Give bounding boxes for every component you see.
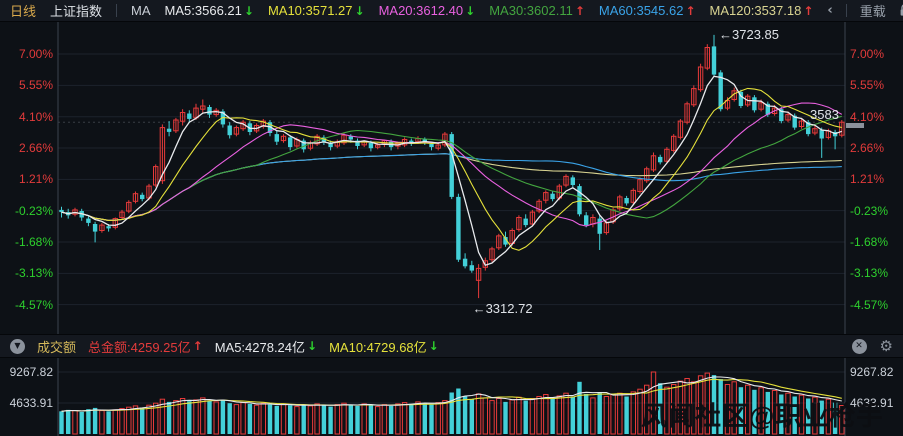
ma5-value: MA5:3566.21 — [164, 3, 242, 18]
up-arrow-icon: ↑ — [192, 339, 203, 353]
ma10-value: MA10:3571.27 — [267, 3, 353, 18]
ma30-readout[interactable]: MA30:3602.11 ↑ — [489, 3, 585, 18]
volume-toolbar: ▼ 成交额 总金额:4259.25亿 ↑ MA5:4278.24亿 ↓ MA10… — [0, 334, 903, 358]
main-toolbar: 日线 上证指数 MA MA5:3566.21 ↓ MA10:3571.27 ↓ … — [0, 0, 903, 22]
down-arrow-icon: ↓ — [465, 3, 476, 18]
total-amount-value: 总金额:4259.25亿 — [88, 339, 191, 355]
toolbar-divider — [845, 4, 847, 17]
ma20-value: MA20:3612.40 — [378, 3, 464, 18]
down-arrow-icon: ↓ — [307, 339, 318, 353]
volume-ma10-value: MA10:4729.68亿 — [329, 339, 427, 355]
ma20-readout[interactable]: MA20:3612.40 ↓ — [379, 3, 476, 18]
volume-ma5-value: MA5:4278.24亿 — [214, 339, 306, 355]
volume-ma5-readout: MA5:4278.24亿 ↓ — [215, 337, 317, 356]
toolbar-divider — [116, 4, 118, 17]
close-panel-icon[interactable]: ✕ — [851, 338, 867, 354]
ma60-readout[interactable]: MA60:3545.62 ↑ — [599, 3, 696, 18]
ma120-value: MA120:3537.18 — [709, 3, 802, 18]
up-arrow-icon: ↑ — [803, 3, 814, 18]
candlestick-chart[interactable] — [0, 22, 903, 334]
lock-icon[interactable] — [899, 4, 903, 17]
collapse-chevron-icon[interactable]: ‹ — [827, 4, 832, 17]
collapse-panel-icon[interactable]: ▼ — [10, 338, 25, 354]
volume-indicator-label: 成交额 — [37, 339, 77, 355]
ma30-value: MA30:3602.11 — [489, 3, 573, 18]
candles — [59, 34, 845, 299]
stock-chart-app: 日线 上证指数 MA MA5:3566.21 ↓ MA10:3571.27 ↓ … — [0, 0, 903, 436]
down-arrow-icon: ↓ — [354, 3, 365, 18]
ma10-readout[interactable]: MA10:3571.27 ↓ — [268, 3, 365, 18]
volume-settings-gear-icon[interactable]: ⚙ — [880, 337, 893, 355]
down-arrow-icon: ↓ — [243, 3, 254, 18]
up-arrow-icon: ↑ — [574, 3, 585, 18]
indicator-ma-label[interactable]: MA — [131, 3, 151, 18]
ma5-readout[interactable]: MA5:3566.21 ↓ — [165, 3, 254, 18]
volume-chart[interactable] — [0, 358, 903, 436]
reload-button[interactable]: 重载 — [860, 1, 886, 20]
volume-ma10-readout: MA10:4729.68亿 ↓ — [329, 337, 439, 356]
ma120-readout[interactable]: MA120:3537.18 ↑ — [710, 3, 814, 18]
down-arrow-icon: ↓ — [428, 339, 439, 353]
up-arrow-icon: ↑ — [685, 3, 696, 18]
ma60-value: MA60:3545.62 — [598, 3, 684, 18]
volume-panel-actions: ✕ ⚙ — [851, 337, 893, 355]
toolbar-actions: ‹ 重载 ↺ ⊕ ⊖ ⚙ — [827, 1, 903, 20]
symbol-name[interactable]: 上证指数 — [50, 1, 102, 20]
period-tab-daily[interactable]: 日线 — [10, 1, 36, 20]
total-amount-readout: 总金额:4259.25亿 ↑ — [88, 337, 203, 356]
